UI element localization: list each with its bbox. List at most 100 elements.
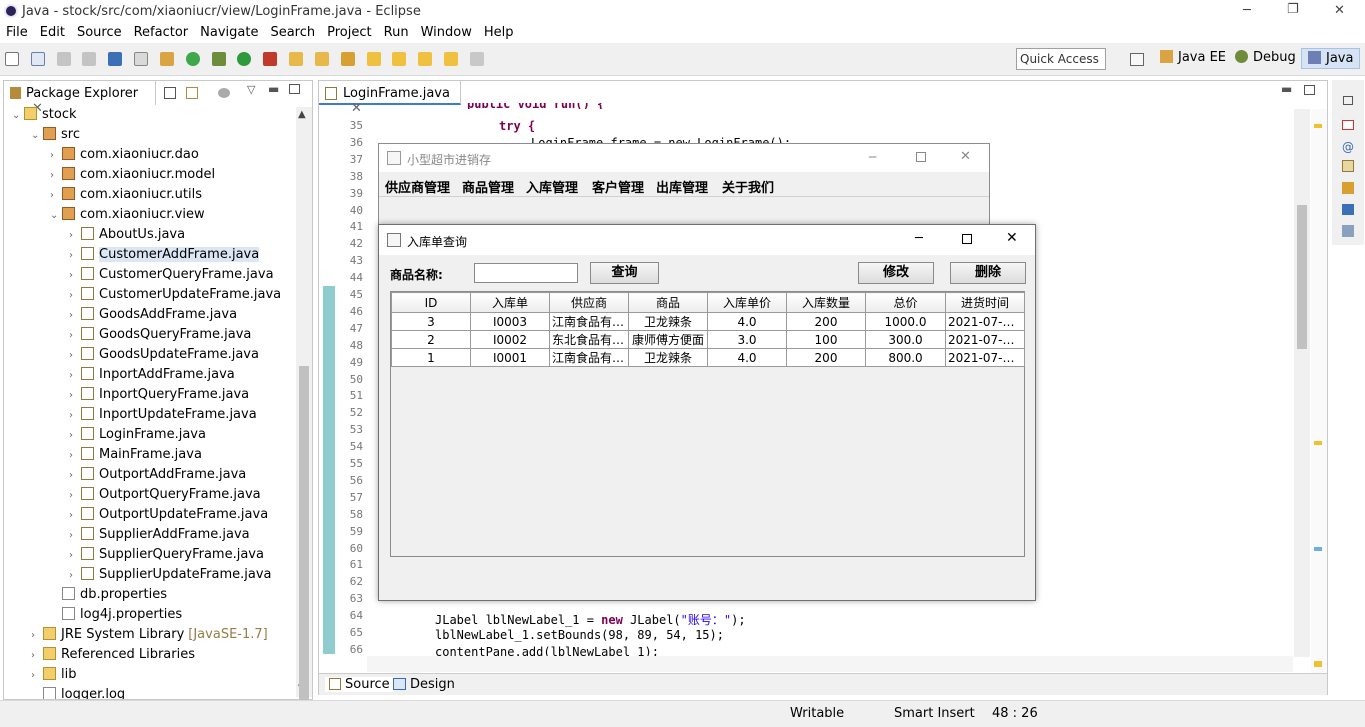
new-icon[interactable]	[5, 52, 19, 66]
perspective-java-ee[interactable]: Java EE	[1160, 50, 1226, 65]
collapsed-arrow-icon[interactable]: ›	[69, 390, 81, 401]
collapsed-arrow-icon[interactable]: ›	[69, 290, 81, 301]
menu-search[interactable]: Search	[264, 23, 321, 42]
tree-item[interactable]: › lib	[31, 667, 76, 687]
menu-outport[interactable]: 出库管理	[656, 177, 708, 196]
editor-scroll-thumb[interactable]	[1297, 205, 1307, 349]
collapsed-arrow-icon[interactable]: ›	[69, 450, 81, 461]
column-header[interactable]: 入库单	[470, 292, 550, 313]
maximize-button[interactable]: ❐	[1287, 2, 1299, 17]
table-cell[interactable]: I0003	[470, 312, 550, 331]
tree-item[interactable]: › CustomerUpdateFrame.java	[69, 287, 281, 307]
table-row[interactable]: 2I0002东北食品有限公司康师傅方便面3.0100300.02021-07-1…	[391, 330, 1025, 349]
link-editor-icon[interactable]	[186, 87, 198, 99]
tree-item[interactable]: › InportQueryFrame.java	[69, 387, 249, 407]
query-close-button[interactable]: ✕	[1006, 230, 1018, 246]
open-folder-icon[interactable]	[289, 52, 304, 66]
perspective-java[interactable]: Java	[1301, 48, 1361, 69]
table-cell[interactable]: 4.0	[707, 312, 787, 331]
menu-refactor[interactable]: Refactor	[128, 23, 195, 42]
tree-item[interactable]: › GoodsAddFrame.java	[69, 307, 237, 327]
collapsed-arrow-icon[interactable]: ›	[69, 470, 81, 481]
collapsed-arrow-icon[interactable]: ›	[69, 510, 81, 521]
console-icon[interactable]	[108, 52, 123, 66]
collapsed-arrow-icon[interactable]: ›	[31, 630, 43, 641]
console-view-icon[interactable]	[1342, 204, 1354, 215]
column-header[interactable]: 商品	[628, 292, 708, 313]
tree-item[interactable]: ⌄ stock	[12, 107, 77, 127]
debug-icon[interactable]	[211, 52, 226, 66]
view-menu-icon[interactable]: ▽	[247, 83, 255, 96]
menu-about[interactable]: 关于我们	[722, 177, 774, 196]
tree-item[interactable]: › OutportUpdateFrame.java	[69, 507, 268, 527]
tree-item[interactable]: db.properties	[50, 587, 167, 607]
expanded-arrow-icon[interactable]: ⌄	[12, 110, 24, 121]
back-icon[interactable]	[444, 52, 459, 66]
menu-supplier[interactable]: 供应商管理	[385, 177, 450, 196]
filters-icon[interactable]	[218, 88, 230, 98]
save-all-icon[interactable]	[82, 52, 97, 66]
table-cell[interactable]: I0001	[470, 348, 550, 367]
tree-item[interactable]: logger.log	[31, 687, 125, 699]
table-cell[interactable]: 200	[786, 312, 866, 331]
tree-item[interactable]: › com.xiaoniucr.utils	[50, 187, 202, 207]
menu-file[interactable]: File	[0, 23, 34, 42]
column-header[interactable]: ID	[391, 292, 471, 313]
collapsed-arrow-icon[interactable]: ›	[69, 410, 81, 421]
menu-run[interactable]: Run	[378, 23, 415, 42]
collapsed-arrow-icon[interactable]: ›	[69, 270, 81, 281]
collapsed-arrow-icon[interactable]: ›	[69, 330, 81, 341]
open-task-icon[interactable]	[314, 52, 329, 66]
problems-icon[interactable]	[1342, 120, 1354, 130]
table-cell[interactable]: 东北食品有限公司	[549, 330, 629, 349]
menu-edit[interactable]: Edit	[34, 23, 71, 42]
table-cell[interactable]: 1000.0	[865, 312, 946, 331]
run-icon[interactable]	[237, 52, 252, 66]
coverage-icon[interactable]	[263, 52, 278, 66]
table-cell[interactable]: 2021-07-11 11:00:00	[945, 312, 1025, 331]
last-edit-icon[interactable]	[418, 52, 433, 66]
open-perspective-icon[interactable]	[1130, 53, 1144, 66]
javadoc-icon[interactable]: @	[1342, 140, 1354, 154]
collapse-all-icon[interactable]	[164, 87, 176, 99]
tree-item[interactable]: › SupplierAddFrame.java	[69, 527, 250, 547]
collapsed-arrow-icon[interactable]: ›	[69, 530, 81, 541]
tree-item[interactable]: › InportAddFrame.java	[69, 367, 235, 387]
table-cell[interactable]: 卫龙辣条	[628, 312, 708, 331]
tree-item[interactable]: › OutportAddFrame.java	[69, 467, 246, 487]
collapsed-arrow-icon[interactable]: ›	[69, 430, 81, 441]
collapsed-arrow-icon[interactable]: ›	[69, 350, 81, 361]
progress-view-icon[interactable]	[1342, 225, 1354, 237]
column-header[interactable]: 进货时间	[945, 292, 1025, 313]
main-frame-close[interactable]: ✕	[960, 149, 971, 164]
editor-vertical-scrollbar[interactable]	[1294, 109, 1310, 657]
query-minimize-button[interactable]: ─	[915, 231, 923, 246]
editor-tab-loginframe[interactable]: LoginFrame.java ✕	[319, 81, 461, 116]
open-type-icon[interactable]	[159, 52, 174, 66]
collapsed-arrow-icon[interactable]: ›	[50, 150, 62, 161]
menu-project[interactable]: Project	[321, 23, 377, 42]
collapsed-arrow-icon[interactable]: ›	[50, 170, 62, 181]
menu-source[interactable]: Source	[71, 23, 128, 42]
table-cell[interactable]: I0002	[470, 330, 550, 349]
tree-item[interactable]: › OutportQueryFrame.java	[69, 487, 261, 507]
table-cell[interactable]: 800.0	[865, 348, 946, 367]
collapsed-arrow-icon[interactable]: ›	[69, 370, 81, 381]
package-explorer-tab[interactable]: Package Explorer ✕	[4, 81, 156, 116]
tree-item[interactable]: › MainFrame.java	[69, 447, 202, 467]
table-cell[interactable]: 康师傅方便面	[628, 330, 708, 349]
table-cell[interactable]: 1	[391, 348, 471, 367]
table-cell[interactable]: 100	[786, 330, 866, 349]
minimize-view-icon[interactable]: ▬	[268, 82, 279, 96]
menu-goods[interactable]: 商品管理	[462, 177, 514, 196]
save-icon[interactable]	[56, 52, 71, 66]
search-view-icon[interactable]	[1342, 182, 1354, 194]
table-cell[interactable]: 江南食品有限公司	[549, 348, 629, 367]
tree-item[interactable]: ⌄ src	[31, 127, 80, 147]
tree-item[interactable]: › SupplierQueryFrame.java	[69, 547, 264, 567]
search-pencil-icon[interactable]	[340, 52, 355, 66]
table-cell[interactable]: 200	[786, 348, 866, 367]
tree-item[interactable]: › com.xiaoniucr.dao	[50, 147, 199, 167]
tree-item[interactable]: › AboutUs.java	[69, 227, 185, 247]
menu-customer[interactable]: 客户管理	[592, 177, 644, 196]
